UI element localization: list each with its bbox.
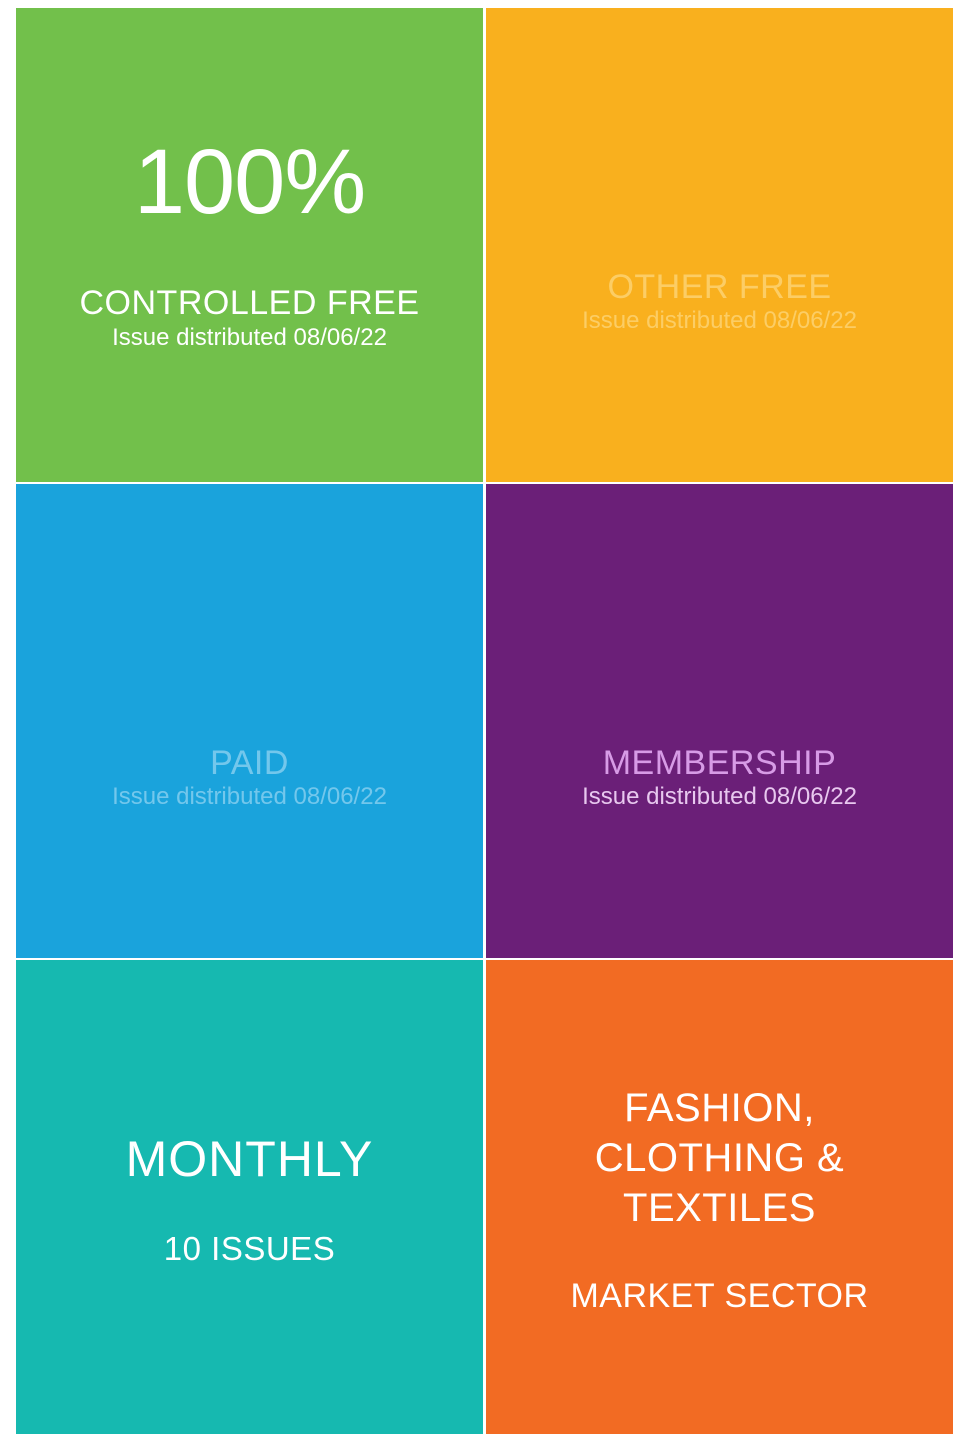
market-sector-label: MARKET SECTOR bbox=[570, 1277, 869, 1315]
frequency-issue-count: 10 ISSUES bbox=[163, 1230, 336, 1267]
controlled-free-percent: 100% bbox=[133, 131, 366, 233]
paid-label: PAID bbox=[210, 744, 289, 782]
market-sector-tile: FASHION, CLOTHING & TEXTILES MARKET SECT… bbox=[486, 960, 953, 1434]
membership-tile: MEMBERSHIP Issue distributed 08/06/22 bbox=[486, 484, 953, 958]
frequency-tile: MONTHLY 10 ISSUES bbox=[16, 960, 483, 1434]
controlled-free-date: Issue distributed 08/06/22 bbox=[112, 324, 387, 351]
controlled-free-tile: 100% CONTROLLED FREE Issue distributed 0… bbox=[16, 8, 483, 482]
other-free-tile: OTHER FREE Issue distributed 08/06/22 bbox=[486, 8, 953, 482]
other-free-date: Issue distributed 08/06/22 bbox=[582, 307, 857, 334]
market-sector-title: FASHION, CLOTHING & TEXTILES bbox=[526, 1083, 913, 1233]
distribution-grid: 100% CONTROLLED FREE Issue distributed 0… bbox=[16, 8, 953, 1434]
market-sector-title-line: TEXTILES bbox=[623, 1186, 816, 1230]
membership-date: Issue distributed 08/06/22 bbox=[582, 783, 857, 810]
paid-tile: PAID Issue distributed 08/06/22 bbox=[16, 484, 483, 958]
frequency-title: MONTHLY bbox=[125, 1131, 374, 1187]
paid-date: Issue distributed 08/06/22 bbox=[112, 783, 387, 810]
market-sector-title-line: FASHION, bbox=[624, 1086, 815, 1130]
other-free-label: OTHER FREE bbox=[607, 268, 832, 306]
controlled-free-label: CONTROLLED FREE bbox=[79, 284, 420, 322]
market-sector-title-line: CLOTHING & bbox=[594, 1136, 845, 1180]
membership-label: MEMBERSHIP bbox=[602, 744, 837, 782]
